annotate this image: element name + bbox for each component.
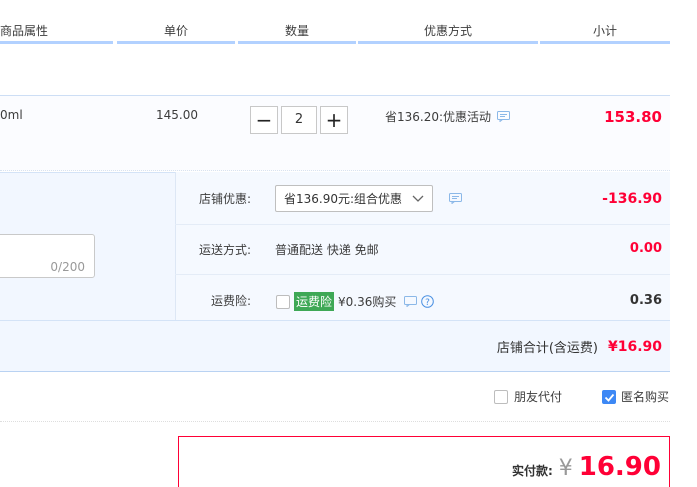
comment-icon[interactable] bbox=[449, 193, 462, 204]
insurance-amount: 0.36 bbox=[629, 293, 662, 308]
shop-discount-select-value: 省136.90元:组合优惠 bbox=[284, 192, 403, 206]
row-divider bbox=[175, 224, 670, 225]
help-icon[interactable]: ? bbox=[421, 295, 435, 308]
payment-label: 实付款: bbox=[511, 464, 553, 478]
item-props: 0ml bbox=[0, 108, 23, 122]
header-underline bbox=[540, 41, 670, 44]
row-divider bbox=[175, 274, 670, 275]
header-subtotal: 小计 bbox=[592, 24, 617, 38]
header-price: 单价 bbox=[163, 24, 188, 38]
header-props: 商品属性 bbox=[0, 24, 49, 38]
anonymous-option[interactable]: 匿名购买 bbox=[602, 388, 669, 405]
header-underline bbox=[117, 41, 235, 44]
item-unit-price: 145.00 bbox=[156, 108, 198, 122]
insurance-checkbox[interactable] bbox=[276, 294, 290, 309]
friend-pay-checkbox[interactable] bbox=[494, 389, 508, 404]
anonymous-checkbox[interactable] bbox=[602, 389, 616, 404]
decrease-button[interactable]: − bbox=[250, 106, 278, 134]
header-qty: 数量 bbox=[284, 24, 309, 38]
svg-text:?: ? bbox=[425, 298, 430, 308]
header-discount: 优惠方式 bbox=[423, 24, 472, 38]
payment-total: 实付款: ¥ 16.90 bbox=[512, 452, 661, 482]
insurance-tag: 运费险 bbox=[294, 292, 335, 311]
item-discount: 省136.20:优惠活动 bbox=[385, 108, 511, 125]
comment-icon[interactable] bbox=[497, 111, 511, 122]
checkmark-icon bbox=[604, 393, 615, 402]
friend-pay-label: 朋友代付 bbox=[514, 390, 563, 404]
quantity-input[interactable]: 2 bbox=[281, 106, 317, 134]
chevron-down-icon bbox=[412, 195, 424, 202]
shipping-amount: 0.00 bbox=[629, 241, 662, 256]
seller-note-input[interactable]: 0/200 bbox=[0, 234, 95, 278]
shop-total-value: ¥16.90 bbox=[607, 338, 662, 355]
item-discount-text: 省136.20:优惠活动 bbox=[385, 110, 492, 124]
header-underline bbox=[0, 41, 113, 44]
anonymous-label: 匿名购买 bbox=[621, 390, 670, 404]
item-subtotal: 153.80 bbox=[604, 108, 662, 126]
shop-total-label: 店铺合计(含运费) bbox=[496, 341, 598, 356]
payment-amount: 16.90 bbox=[578, 452, 661, 482]
insurance-option[interactable]: 运费险 ¥0.36购买 ? bbox=[276, 292, 435, 311]
shop-discount-amount: -136.90 bbox=[602, 191, 662, 207]
shop-discount-select[interactable]: 省136.90元:组合优惠 bbox=[275, 185, 433, 212]
note-char-counter: 0/200 bbox=[50, 260, 85, 274]
shop-total: 店铺合计(含运费) ¥16.90 bbox=[496, 337, 662, 357]
shop-discount-label: 店铺优惠: bbox=[199, 192, 252, 206]
insurance-label: 运费险: bbox=[211, 294, 252, 308]
header-underline bbox=[238, 41, 356, 44]
payment-options-row bbox=[0, 372, 670, 422]
shipping-value: 普通配送 快递 免邮 bbox=[275, 243, 379, 257]
shipping-label: 运送方式: bbox=[199, 243, 252, 257]
currency-symbol: ¥ bbox=[558, 456, 573, 481]
quantity-stepper[interactable]: − 2 + bbox=[250, 106, 348, 134]
friend-pay-option[interactable]: 朋友代付 bbox=[494, 388, 562, 405]
header-underline bbox=[358, 41, 538, 44]
comment-icon[interactable] bbox=[404, 296, 418, 307]
increase-button[interactable]: + bbox=[320, 106, 348, 134]
insurance-price: ¥0.36购买 bbox=[338, 295, 397, 309]
